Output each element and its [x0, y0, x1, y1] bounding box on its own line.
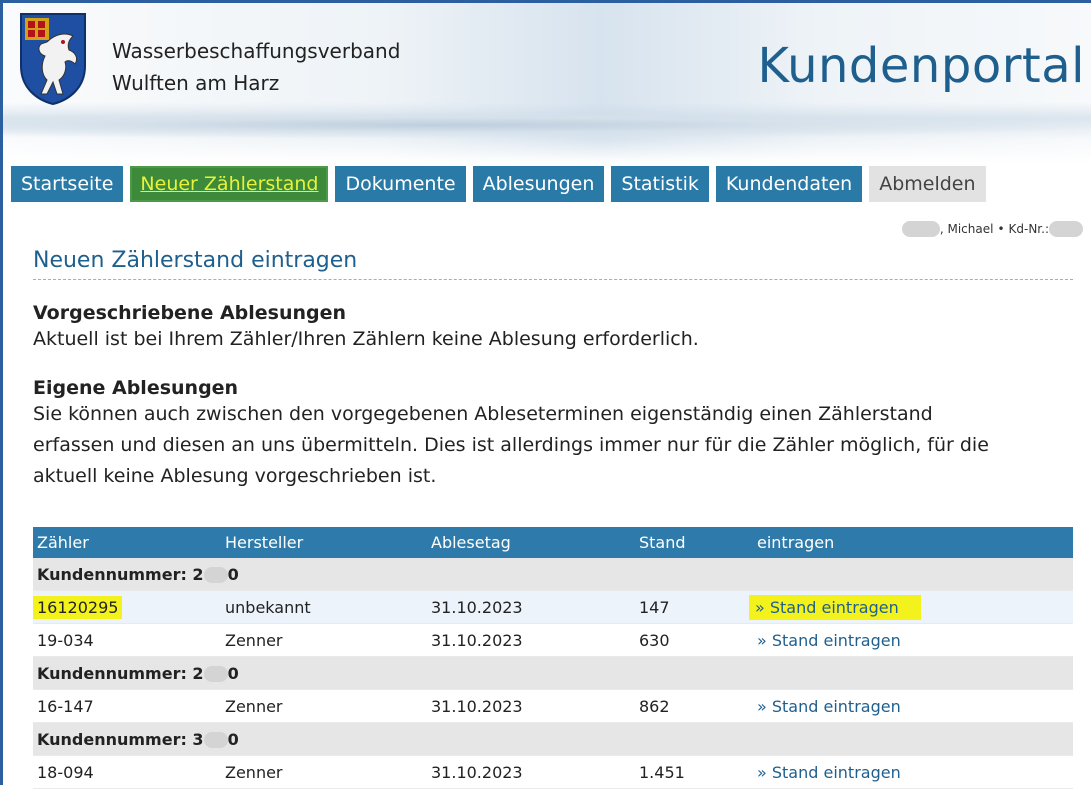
tab-ablesungen[interactable]: Ablesungen: [472, 166, 605, 202]
reading-date: 31.10.2023: [431, 697, 523, 716]
reading-value: 630: [639, 631, 670, 650]
table-group-row: Kundennummer: 3 0: [33, 723, 1073, 756]
section-text-eigene-line3: aktuell keine Ablesung vorgeschrieben is…: [33, 465, 437, 487]
main-nav: Startseite Neuer Zählerstand Dokumente A…: [11, 166, 993, 202]
column-header-hersteller: Hersteller: [225, 533, 304, 552]
column-header-zaehler: Zähler: [37, 533, 89, 552]
column-header-ablesetag: Ablesetag: [431, 533, 511, 552]
enter-reading-link[interactable]: » Stand eintragen: [757, 763, 901, 782]
tab-startseite[interactable]: Startseite: [11, 166, 124, 202]
enter-reading-link[interactable]: » Stand eintragen: [757, 631, 901, 650]
meter-table: Zähler Hersteller Ablesetag Stand eintra…: [33, 527, 1073, 789]
header-wave-band: [3, 112, 1091, 138]
customer-number-tail: 0: [227, 664, 239, 683]
coat-of-arms-icon: [20, 13, 86, 106]
reading-value: 862: [639, 697, 670, 716]
table-row: 19-034 Zenner 31.10.2023 630 » Stand ein…: [33, 624, 1073, 657]
org-name-line2: Wulften am Harz: [112, 71, 280, 95]
user-name: , Michael: [939, 222, 994, 236]
customer-number-tail: 0: [227, 730, 239, 749]
section-text-vorgeschrieben: Aktuell ist bei Ihrem Zähler/Ihren Zähle…: [33, 328, 699, 350]
main-content: Neuen Zählerstand eintragen Vorgeschrieb…: [33, 248, 1073, 492]
customer-number-label: Kundennummer: 3: [37, 730, 204, 749]
reading-date: 31.10.2023: [431, 598, 523, 617]
customer-number-label: Kd-Nr.:: [1008, 222, 1049, 236]
section-text-eigene-line2: erfassen und diesen an uns übermitteln. …: [33, 434, 989, 456]
manufacturer: unbekannt: [225, 598, 311, 617]
redacted-number: [203, 666, 228, 682]
redacted-surname: [901, 221, 940, 237]
table-group-row: Kundennummer: 2 0: [33, 657, 1073, 690]
redacted-customer-number: [1049, 221, 1083, 237]
tab-dokumente[interactable]: Dokumente: [335, 166, 466, 202]
portal-title: Kundenportal: [757, 38, 1085, 94]
manufacturer: Zenner: [225, 763, 283, 782]
section-heading-eigene: Eigene Ablesungen: [33, 377, 239, 399]
table-row: 16-147 Zenner 31.10.2023 862 » Stand ein…: [33, 690, 1073, 723]
user-info: , Michael • Kd-Nr.:: [901, 221, 1083, 237]
tab-statistik[interactable]: Statistik: [611, 166, 709, 202]
column-header-eintragen: eintragen: [757, 533, 835, 552]
customer-number-label: Kundennummer: 2: [37, 664, 204, 683]
reading-date: 31.10.2023: [431, 763, 523, 782]
section-text-eigene-line1: Sie können auch zwischen den vorgegebene…: [33, 403, 933, 425]
enter-reading-link[interactable]: » Stand eintragen: [749, 595, 921, 620]
section-heading-vorgeschrieben: Vorgeschriebene Ablesungen: [33, 302, 347, 324]
table-header: Zähler Hersteller Ablesetag Stand eintra…: [33, 527, 1073, 558]
manufacturer: Zenner: [225, 697, 283, 716]
customer-number-label: Kundennummer: 2: [37, 565, 204, 584]
tab-abmelden[interactable]: Abmelden: [869, 166, 986, 202]
reading-value: 1.451: [639, 763, 685, 782]
table-row: 16120295 unbekannt 31.10.2023 147 » Stan…: [33, 591, 1073, 624]
column-header-stand: Stand: [639, 533, 686, 552]
meter-number: 16-147: [37, 697, 94, 716]
user-separator: •: [997, 222, 1005, 236]
tab-neuer-zaehlerstand[interactable]: Neuer Zählerstand: [130, 166, 329, 202]
redacted-number: [203, 567, 228, 583]
manufacturer: Zenner: [225, 631, 283, 650]
page-title: Neuen Zählerstand eintragen: [33, 248, 1073, 280]
customer-number-tail: 0: [227, 565, 239, 584]
reading-value: 147: [639, 598, 670, 617]
meter-number: 16120295: [33, 596, 123, 619]
redacted-number: [203, 732, 228, 748]
tab-kundendaten[interactable]: Kundendaten: [715, 166, 863, 202]
table-group-row: Kundennummer: 2 0: [33, 558, 1073, 591]
enter-reading-link[interactable]: » Stand eintragen: [757, 697, 901, 716]
meter-number: 19-034: [37, 631, 94, 650]
meter-number: 18-094: [37, 763, 94, 782]
reading-date: 31.10.2023: [431, 631, 523, 650]
table-row: 18-094 Zenner 31.10.2023 1.451 » Stand e…: [33, 756, 1073, 789]
org-name-line1: Wasserbeschaffungsverband: [112, 39, 401, 63]
